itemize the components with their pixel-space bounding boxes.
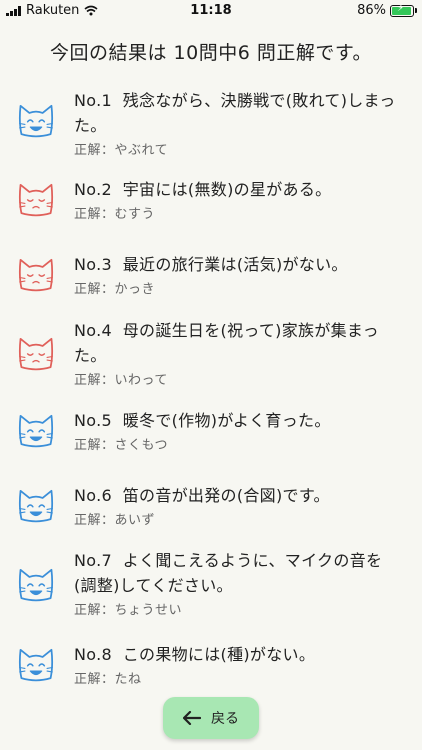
sleeping-cat-icon — [17, 255, 55, 293]
answer-text: 正解：あいず — [74, 513, 156, 528]
question-number: No.2 — [74, 180, 112, 199]
arrow-left-icon — [183, 711, 201, 725]
question-text: No.6 笛の音が出発の(合図)です。 — [74, 483, 404, 508]
question-number: No.8 — [74, 645, 112, 664]
happy-cat-icon — [17, 645, 55, 683]
question-text: No.5 暖冬で(作物)がよく育った。 — [74, 408, 404, 433]
question-sentence: 母の誕生日を(祝って)家族が集まった。 — [74, 321, 379, 365]
question-text: No.3 最近の旅行業は(活気)がない。 — [74, 252, 404, 277]
question-number: No.1 — [74, 91, 112, 110]
question-number: No.5 — [74, 411, 112, 430]
result-title: 今回の結果は 10問中6 問正解です。 — [50, 42, 372, 64]
status-bar: Rakuten 11:18 86% ⚡ — [0, 0, 422, 22]
battery-percent: 86% — [357, 3, 386, 18]
question-text: No.8 この果物には(種)がない。 — [74, 642, 404, 667]
question-number: No.6 — [74, 486, 112, 505]
question-sentence: 残念ながら、決勝戦で(敗れて)しまった。 — [74, 91, 396, 135]
question-text: No.7 よく聞こえるように、マイクの音を(調整)してください。 — [74, 548, 404, 598]
answer-text: 正解：かっき — [74, 282, 156, 297]
question-number: No.3 — [74, 255, 112, 274]
question-text: No.1 残念ながら、決勝戦で(敗れて)しまった。 — [74, 88, 404, 138]
back-button-label: 戻る — [211, 711, 239, 727]
question-text: No.2 宇宙には(無数)の星がある。 — [74, 177, 404, 202]
answer-text: 正解：いわって — [74, 373, 168, 388]
question-sentence: よく聞こえるように、マイクの音を(調整)してください。 — [74, 551, 383, 595]
answer-text: 正解：やぶれて — [74, 143, 169, 158]
sleeping-cat-icon — [17, 180, 55, 218]
answer-text: 正解：むすう — [74, 207, 156, 222]
happy-cat-icon — [17, 101, 55, 139]
happy-cat-icon — [17, 486, 55, 524]
back-button[interactable]: 戻る — [163, 697, 259, 739]
sleeping-cat-icon — [17, 334, 55, 372]
question-sentence: 最近の旅行業は(活気)がない。 — [122, 255, 348, 274]
answer-text: 正解：たね — [74, 672, 142, 687]
question-text: No.4 母の誕生日を(祝って)家族が集まった。 — [74, 318, 404, 368]
question-sentence: 暖冬で(作物)がよく育った。 — [122, 411, 331, 430]
question-number: No.7 — [74, 551, 112, 570]
question-sentence: 宇宙には(無数)の星がある。 — [122, 180, 332, 199]
status-right: 86% ⚡ — [357, 3, 417, 18]
happy-cat-icon — [17, 565, 55, 603]
answer-text: 正解：さくもつ — [74, 438, 168, 453]
happy-cat-icon — [17, 411, 55, 449]
question-number: No.4 — [74, 321, 112, 340]
question-sentence: 笛の音が出発の(合図)です。 — [122, 486, 330, 505]
battery-icon: ⚡ — [390, 3, 417, 17]
answer-text: 正解：ちょうせい — [74, 603, 183, 618]
question-sentence: この果物には(種)がない。 — [122, 645, 316, 664]
